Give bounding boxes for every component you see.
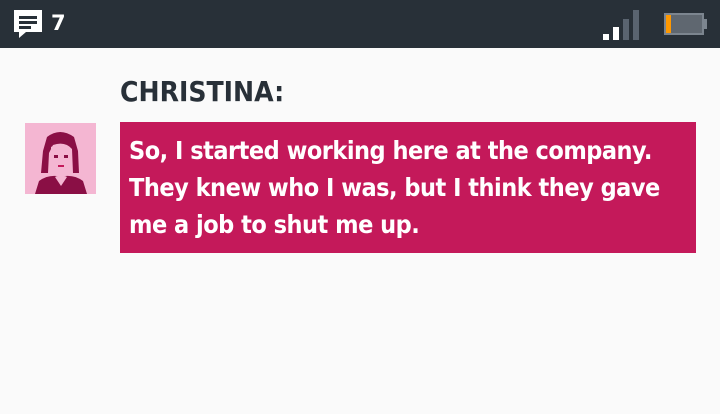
status-bar: 7 xyxy=(0,0,720,48)
speaker-name: CHRISTINA: xyxy=(120,75,285,108)
battery-icon xyxy=(664,13,707,35)
message-icon[interactable] xyxy=(12,8,44,40)
portrait-art xyxy=(25,123,96,194)
dialogue-text: So, I started working here at the compan… xyxy=(129,136,660,239)
speech-bubble[interactable]: So, I started working here at the compan… xyxy=(120,122,696,253)
christina-portrait xyxy=(25,123,96,194)
message-count: 7 xyxy=(51,11,66,35)
signal-strength-icon xyxy=(603,10,639,40)
